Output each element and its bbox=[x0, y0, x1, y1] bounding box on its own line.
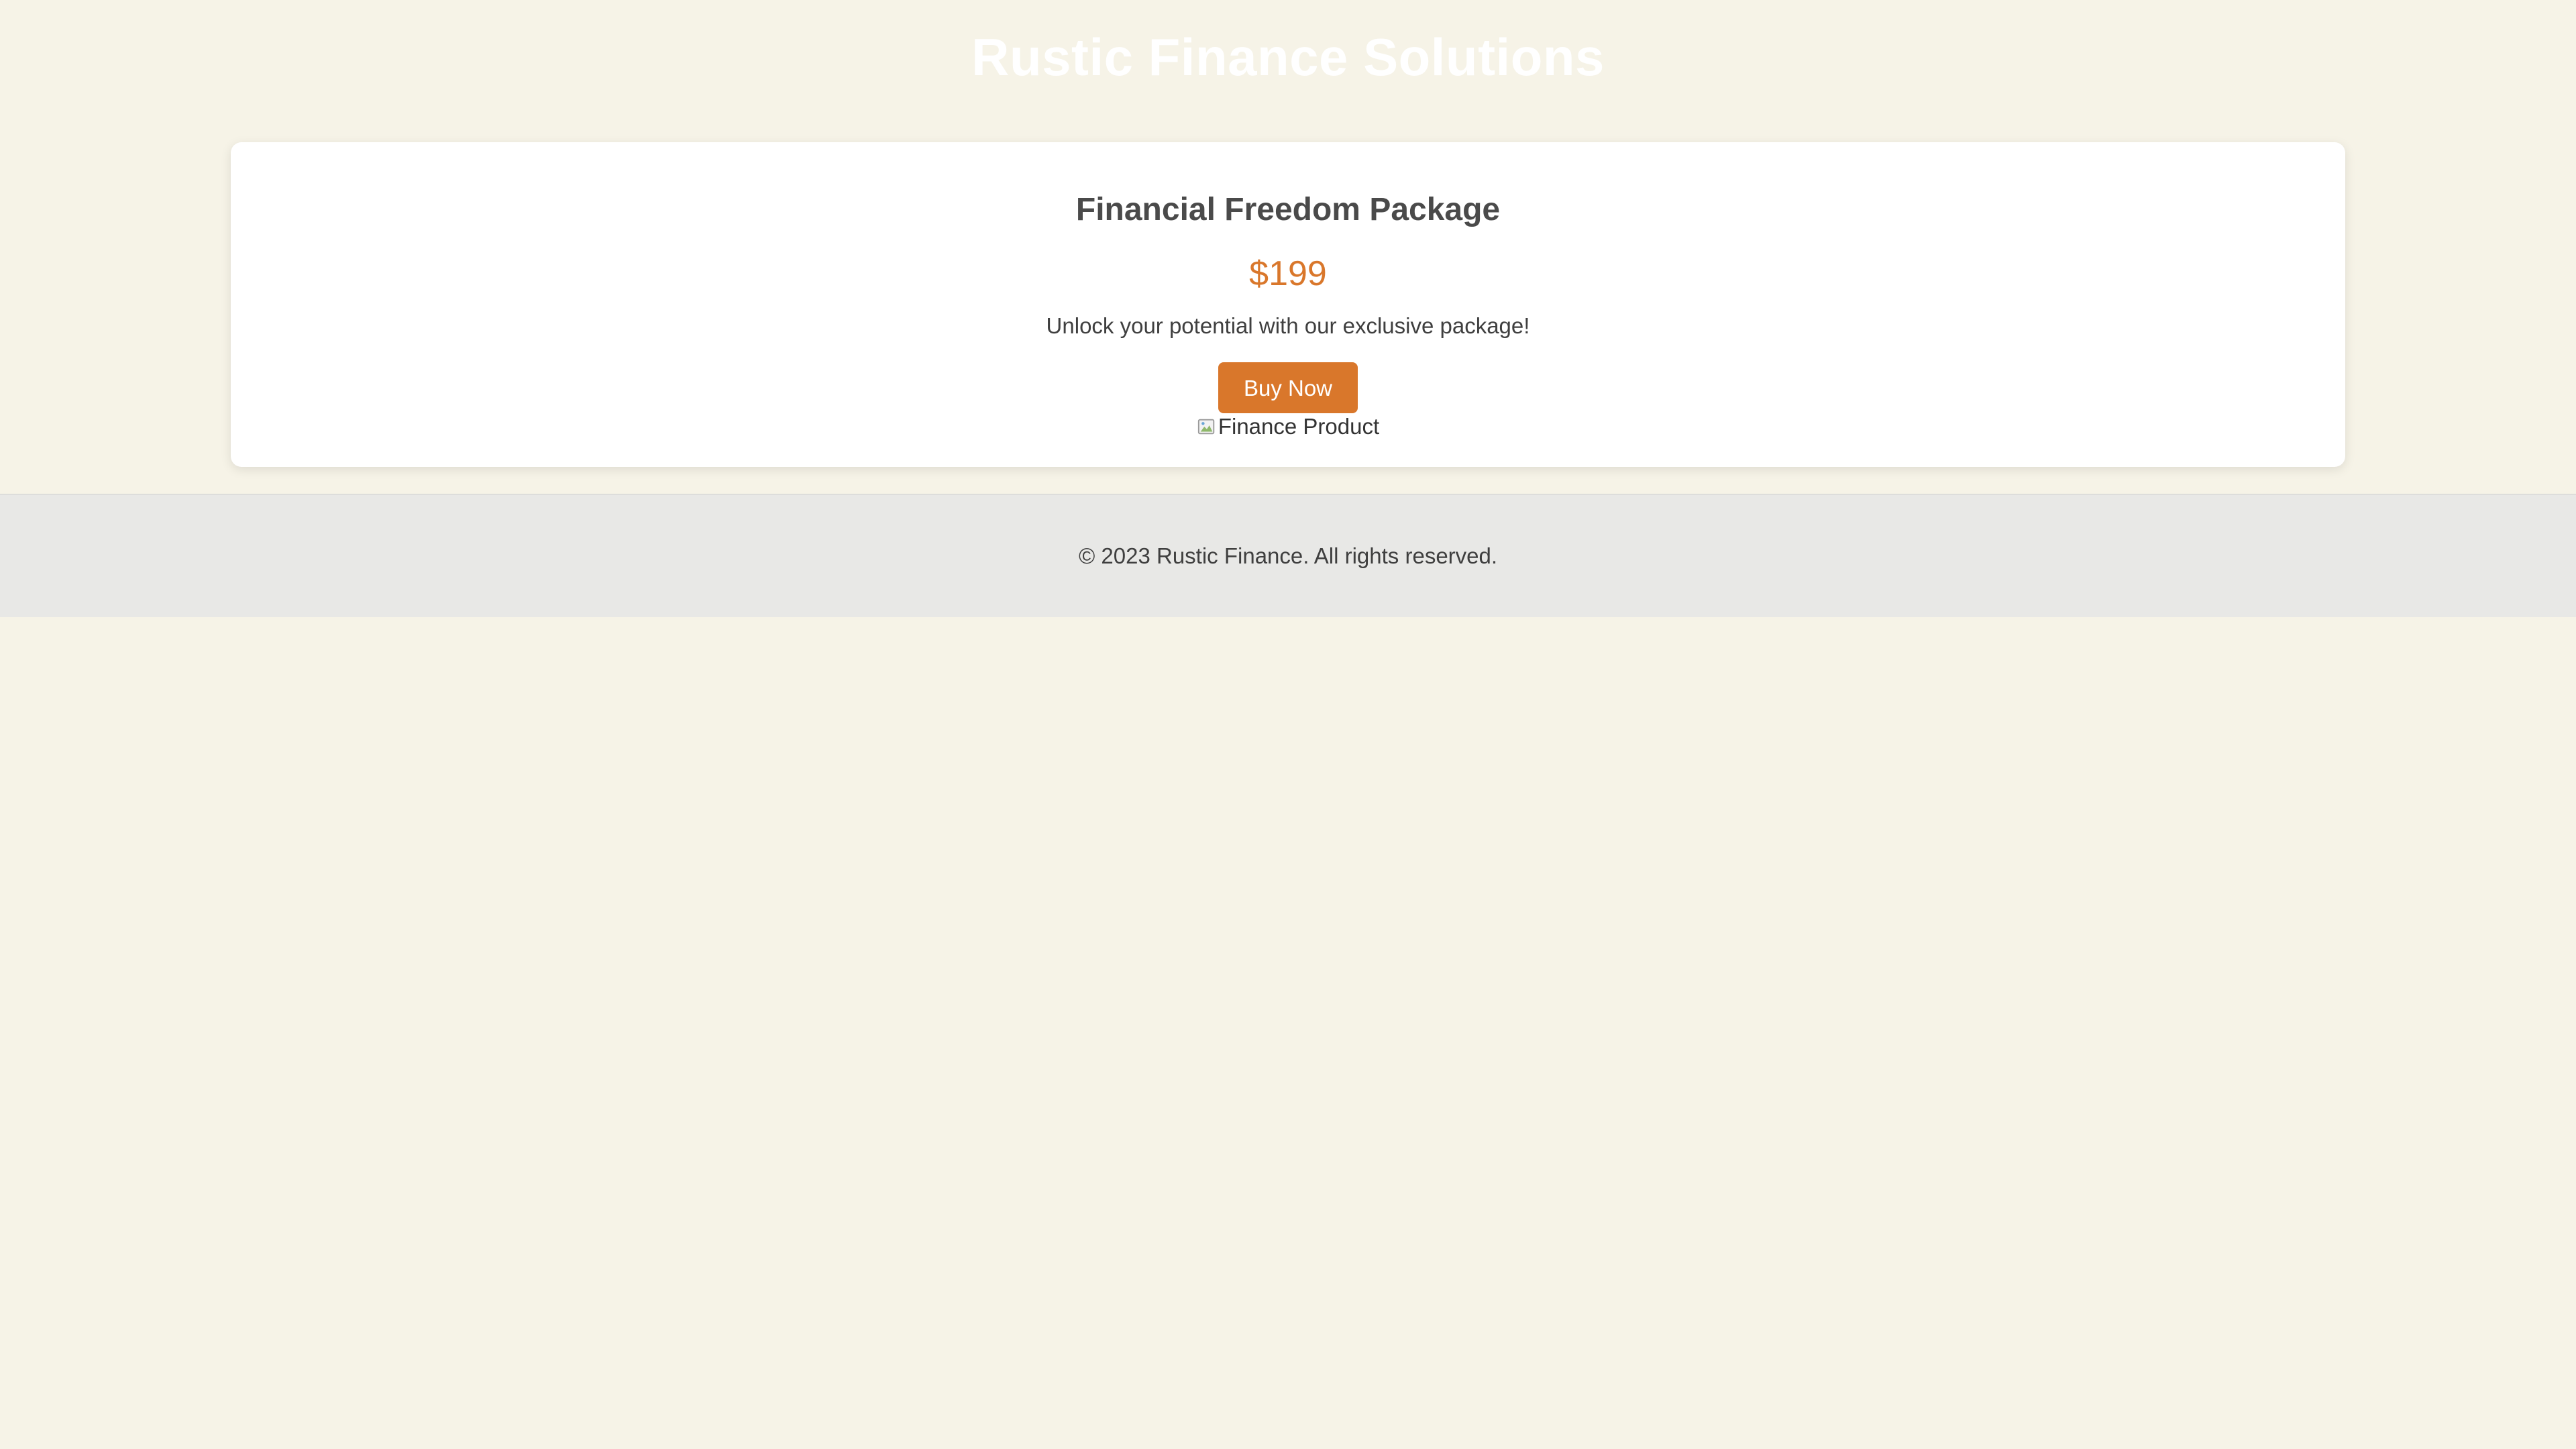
buy-now-button[interactable]: Buy Now bbox=[1218, 362, 1358, 413]
broken-image-icon bbox=[1197, 419, 1215, 435]
footer-copyright: © 2023 Rustic Finance. All rights reserv… bbox=[1078, 543, 1498, 568]
product-title: Financial Freedom Package bbox=[1075, 192, 1501, 227]
main-content: Financial Freedom Package $199 Unlock yo… bbox=[0, 123, 2576, 478]
site-footer: © 2023 Rustic Finance. All rights reserv… bbox=[0, 494, 2576, 617]
product-price: $199 bbox=[1249, 254, 1327, 293]
site-title: Rustic Finance Solutions bbox=[971, 28, 1605, 87]
product-image-alt-text: Finance Product bbox=[1218, 414, 1380, 439]
product-description: Unlock your potential with our exclusive… bbox=[1046, 313, 1530, 338]
site-header: Rustic Finance Solutions bbox=[0, 0, 2576, 123]
product-image: Finance Product bbox=[231, 413, 2345, 440]
product-card: Financial Freedom Package $199 Unlock yo… bbox=[231, 142, 2345, 467]
